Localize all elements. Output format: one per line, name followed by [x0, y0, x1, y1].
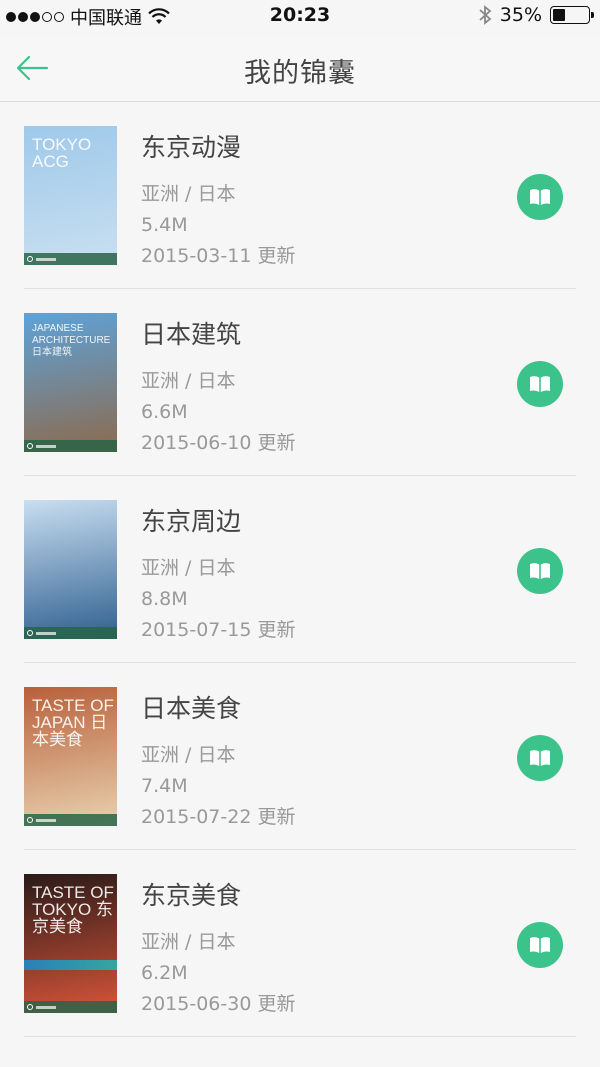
read-guide-button[interactable] — [517, 735, 563, 781]
cover-title-text: JAPANESE ARCHITECTURE 日本建筑 — [32, 323, 111, 358]
list-divider — [24, 1036, 576, 1037]
guide-name: 日本美食 — [141, 694, 242, 723]
cover-footer — [24, 1001, 117, 1013]
guide-cover-image — [24, 500, 117, 639]
status-bar: 中国联通 20:23 35% — [0, 0, 600, 34]
guide-region: 亚洲 / 日本 — [141, 931, 236, 953]
guide-region: 亚洲 / 日本 — [141, 370, 236, 392]
next-guide-cover-peek — [24, 960, 117, 970]
book-open-icon — [530, 937, 550, 953]
guide-cover-image: JAPANESE ARCHITECTURE 日本建筑 — [24, 313, 117, 452]
guide-cover-image: TASTE OF TOKYO 东京美食 — [24, 874, 117, 1013]
guide-info: 东京美食 亚洲 / 日本 6.2M 2015-06-30 更新 — [141, 876, 295, 1020]
guide-cover-image: TASTE OF JAPAN 日本美食 — [24, 687, 117, 826]
cover-footer — [24, 814, 117, 826]
cover-title-text: TASTE OF JAPAN 日本美食 — [32, 696, 114, 749]
guide-size: 7.4M — [141, 775, 188, 797]
guide-size: 6.6M — [141, 401, 188, 423]
status-right: 35% — [478, 4, 594, 26]
navigation-bar: 我的锦囊 — [0, 34, 600, 102]
guide-info: 东京动漫 亚洲 / 日本 5.4M 2015-03-11 更新 — [141, 128, 295, 272]
cover-footer — [24, 253, 117, 265]
guide-updated: 2015-06-30 更新 — [141, 993, 296, 1015]
guide-list-item[interactable]: 东京周边 亚洲 / 日本 8.8M 2015-07-15 更新 — [0, 476, 600, 663]
guide-info: 日本美食 亚洲 / 日本 7.4M 2015-07-22 更新 — [141, 689, 295, 833]
cover-title-text: TOKYO ACG — [32, 135, 92, 171]
guide-updated: 2015-06-10 更新 — [141, 432, 296, 454]
guide-list-item[interactable]: TASTE OF JAPAN 日本美食 日本美食 亚洲 / 日本 7.4M 20… — [0, 663, 600, 850]
guide-name: 东京动漫 — [141, 133, 242, 162]
guide-list: TOKYO ACG 东京动漫 亚洲 / 日本 5.4M 2015-03-11 更… — [0, 102, 600, 1037]
guide-info: 日本建筑 亚洲 / 日本 6.6M 2015-06-10 更新 — [141, 315, 295, 459]
guide-list-item[interactable]: TOKYO ACG 东京动漫 亚洲 / 日本 5.4M 2015-03-11 更… — [0, 102, 600, 289]
book-open-icon — [530, 563, 550, 579]
guide-name: 东京周边 — [141, 507, 242, 536]
battery-icon — [550, 6, 594, 24]
cover-footer — [24, 440, 117, 452]
guide-cover-image: TOKYO ACG — [24, 126, 117, 265]
guide-region: 亚洲 / 日本 — [141, 557, 236, 579]
read-guide-button[interactable] — [517, 174, 563, 220]
guide-size: 6.2M — [141, 962, 188, 984]
guide-updated: 2015-07-15 更新 — [141, 619, 296, 641]
battery-percent: 35% — [499, 4, 542, 26]
book-open-icon — [530, 376, 550, 392]
guide-updated: 2015-03-11 更新 — [141, 245, 296, 267]
guide-name: 日本建筑 — [141, 320, 242, 349]
guide-name: 东京美食 — [141, 881, 242, 910]
guide-size: 5.4M — [141, 214, 188, 236]
guide-list-item[interactable]: TASTE OF TOKYO 东京美食 东京美食 亚洲 / 日本 6.2M 20… — [0, 850, 600, 1037]
guide-size: 8.8M — [141, 588, 188, 610]
guide-updated: 2015-07-22 更新 — [141, 806, 296, 828]
read-guide-button[interactable] — [517, 548, 563, 594]
book-open-icon — [530, 750, 550, 766]
guide-region: 亚洲 / 日本 — [141, 744, 236, 766]
cover-title-text: TASTE OF TOKYO 东京美食 — [32, 883, 114, 936]
cover-footer — [24, 627, 117, 639]
guide-region: 亚洲 / 日本 — [141, 183, 236, 205]
read-guide-button[interactable] — [517, 361, 563, 407]
read-guide-button[interactable] — [517, 922, 563, 968]
page-title: 我的锦囊 — [244, 58, 356, 89]
guide-info: 东京周边 亚洲 / 日本 8.8M 2015-07-15 更新 — [141, 502, 295, 646]
bluetooth-icon — [479, 5, 492, 25]
guide-list-item[interactable]: JAPANESE ARCHITECTURE 日本建筑 日本建筑 亚洲 / 日本 … — [0, 289, 600, 476]
book-open-icon — [530, 189, 550, 205]
